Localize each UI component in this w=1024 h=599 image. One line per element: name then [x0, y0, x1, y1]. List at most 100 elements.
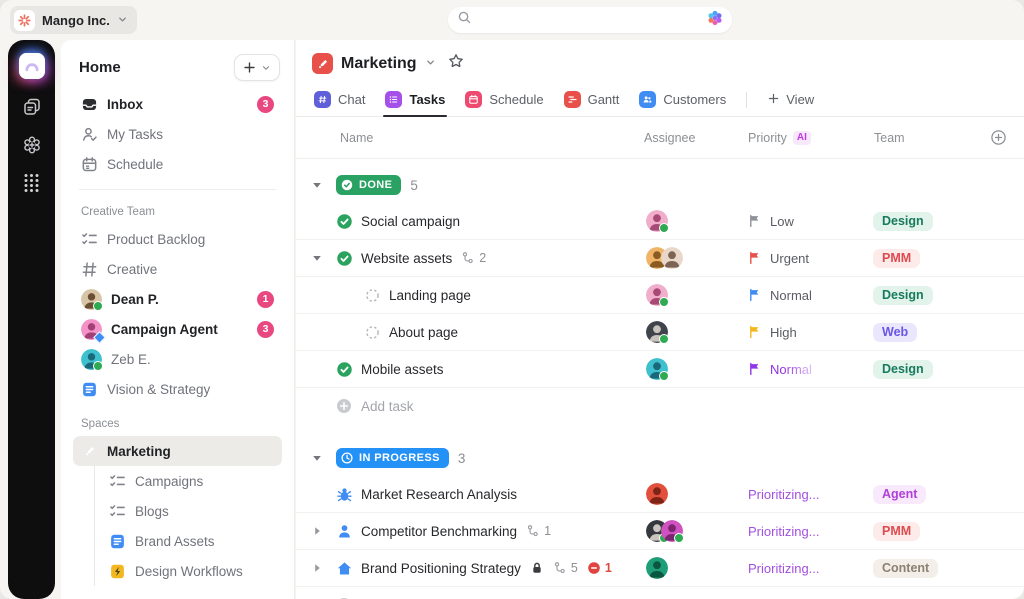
- sidebar-item-zeb-e-[interactable]: Zeb E.: [73, 344, 282, 374]
- sidebar-item-product-backlog[interactable]: Product Backlog: [73, 224, 282, 254]
- tab-schedule[interactable]: Schedule: [457, 83, 551, 116]
- search-input[interactable]: [448, 7, 732, 33]
- avatar[interactable]: [661, 247, 683, 269]
- avatar[interactable]: [81, 319, 102, 340]
- team-cell[interactable]: Design: [860, 360, 980, 379]
- avatar[interactable]: [646, 321, 668, 343]
- tab-chat[interactable]: Chat: [306, 83, 373, 116]
- task-row[interactable]: Brand Positioning Strategy51Prioritizing…: [296, 550, 1024, 587]
- sidebar-item-marketing[interactable]: Marketing: [73, 436, 282, 466]
- priority-cell[interactable]: Prioritizing...: [734, 487, 860, 502]
- avatar[interactable]: [661, 520, 683, 542]
- task-row[interactable]: Landing pageNormalDesign: [296, 277, 1024, 314]
- avatar[interactable]: [646, 557, 668, 579]
- task-row[interactable]: Website assets2UrgentPMM: [296, 240, 1024, 277]
- sidebar-item-brand-assets[interactable]: Brand Assets: [101, 526, 282, 556]
- status-pill[interactable]: DONE: [336, 175, 401, 195]
- avatar[interactable]: [646, 210, 668, 232]
- assignee-cell[interactable]: [630, 358, 734, 380]
- tab-tasks[interactable]: Tasks: [377, 83, 453, 116]
- team-cell[interactable]: Agent: [860, 485, 980, 504]
- blocked-count[interactable]: 1: [587, 561, 612, 575]
- avatar[interactable]: [81, 289, 102, 310]
- subtask-count[interactable]: 1: [526, 524, 551, 538]
- task-status-done-icon[interactable]: [336, 250, 353, 267]
- sidebar-item-creative[interactable]: Creative: [73, 254, 282, 284]
- workspace-switcher[interactable]: Mango Inc.: [10, 6, 137, 34]
- column-name[interactable]: Name: [310, 131, 630, 145]
- column-priority[interactable]: PriorityAI: [734, 131, 860, 145]
- priority-cell[interactable]: Prioritizing...: [734, 561, 860, 576]
- task-status-done-icon[interactable]: [336, 361, 353, 378]
- column-assignee[interactable]: Assignee: [630, 131, 734, 145]
- team-cell[interactable]: PMM: [860, 522, 980, 541]
- add-view-button[interactable]: View: [759, 92, 822, 108]
- add-column-icon[interactable]: [980, 129, 1016, 146]
- add-task-button[interactable]: Add task: [296, 388, 1024, 424]
- task-row[interactable]: Mobile assetsNormalDesign: [296, 351, 1024, 388]
- task-status-dashed-icon[interactable]: [364, 287, 381, 304]
- sidebar-item-schedule[interactable]: Schedule: [73, 149, 282, 179]
- sidebar-item-campaign-agent[interactable]: Campaign Agent3: [73, 314, 282, 344]
- task-row[interactable]: Competitor Benchmarking1Prioritizing...P…: [296, 513, 1024, 550]
- assignee-cell[interactable]: [630, 284, 734, 306]
- priority-cell[interactable]: Low: [734, 214, 860, 229]
- tab-label: Tasks: [409, 92, 445, 107]
- priority-cell[interactable]: Urgent: [734, 251, 860, 266]
- sidebar-item-inbox[interactable]: Inbox3: [73, 89, 282, 119]
- task-status-dashed-icon[interactable]: [364, 324, 381, 341]
- subtask-count[interactable]: 2: [461, 251, 486, 265]
- sidebar-item-blogs[interactable]: Blogs: [101, 496, 282, 526]
- chevron-down-icon[interactable]: [425, 55, 436, 73]
- ai-flower-outline-icon[interactable]: [21, 134, 42, 155]
- task-status-home-icon[interactable]: [336, 560, 353, 577]
- assignee-cell[interactable]: [630, 483, 734, 505]
- sidebar-item-my-tasks[interactable]: My Tasks: [73, 119, 282, 149]
- sidebar-item-campaigns[interactable]: Campaigns: [101, 466, 282, 496]
- priority-cell[interactable]: Prioritizing...: [734, 524, 860, 539]
- task-status-done-icon[interactable]: [336, 213, 353, 230]
- priority-cell[interactable]: Normal: [734, 288, 860, 303]
- team-cell[interactable]: Content: [860, 559, 980, 578]
- task-status-person-icon[interactable]: [336, 523, 353, 540]
- avatar[interactable]: [646, 358, 668, 380]
- team-cell[interactable]: Web: [860, 323, 980, 342]
- team-cell[interactable]: Design: [860, 212, 980, 231]
- collapse-group-icon[interactable]: [310, 180, 336, 190]
- task-row[interactable]: Social campaignLowDesign: [296, 203, 1024, 240]
- apps-grid-icon[interactable]: [21, 172, 42, 193]
- docs-stack-icon[interactable]: [21, 96, 42, 117]
- priority-cell[interactable]: High: [734, 325, 860, 340]
- task-row[interactable]: Market Research AnalysisPrioritizing...A…: [296, 476, 1024, 513]
- assignee-cell[interactable]: [630, 321, 734, 343]
- sidebar-item-vision-strategy[interactable]: Vision & Strategy: [73, 374, 282, 404]
- avatar[interactable]: [646, 284, 668, 306]
- task-status-bug-icon[interactable]: [336, 486, 353, 503]
- add-task-button[interactable]: Add task: [296, 587, 1024, 599]
- priority-cell[interactable]: Normal: [734, 362, 860, 377]
- new-item-button[interactable]: [234, 54, 280, 81]
- subtask-count[interactable]: 5: [553, 561, 578, 575]
- expand-right-icon[interactable]: [310, 526, 336, 536]
- sidebar-item-design-workflows[interactable]: Design Workflows: [101, 556, 282, 586]
- sidebar-item-dean-p-[interactable]: Dean P.1: [73, 284, 282, 314]
- avatar[interactable]: [81, 349, 102, 370]
- tab-gantt[interactable]: Gantt: [556, 83, 628, 116]
- team-cell[interactable]: Design: [860, 286, 980, 305]
- column-team[interactable]: Team: [860, 131, 980, 145]
- expand-right-icon[interactable]: [310, 563, 336, 573]
- workspace-home-icon[interactable]: [19, 53, 45, 79]
- avatar[interactable]: [646, 483, 668, 505]
- tab-customers[interactable]: Customers: [631, 83, 734, 116]
- assignee-cell[interactable]: [630, 247, 734, 269]
- assignee-cell[interactable]: [630, 210, 734, 232]
- ai-flower-icon[interactable]: [707, 10, 723, 31]
- expand-down-icon[interactable]: [310, 253, 336, 263]
- assignee-cell[interactable]: [630, 557, 734, 579]
- team-cell[interactable]: PMM: [860, 249, 980, 268]
- task-row[interactable]: About pageHighWeb: [296, 314, 1024, 351]
- collapse-group-icon[interactable]: [310, 453, 336, 463]
- status-pill[interactable]: IN PROGRESS: [336, 448, 449, 468]
- favorite-star-icon[interactable]: [448, 53, 464, 74]
- assignee-cell[interactable]: [630, 520, 734, 542]
